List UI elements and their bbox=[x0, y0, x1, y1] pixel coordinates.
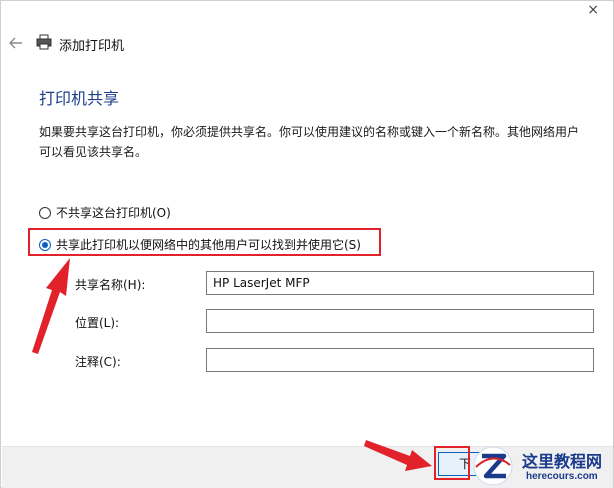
share-name-label: 共享名称(H): bbox=[75, 278, 146, 292]
back-arrow-icon[interactable] bbox=[7, 34, 25, 52]
location-input[interactable] bbox=[206, 309, 594, 333]
share-label: 共享此打印机以便网络中的其他用户可以找到并使用它(S) bbox=[56, 238, 361, 252]
watermark-name: 这里教程网 bbox=[522, 452, 603, 471]
comment-input[interactable] bbox=[206, 348, 594, 372]
watermark: 这里教程网 herecours.com bbox=[470, 443, 614, 488]
watermark-url: herecours.com bbox=[526, 471, 598, 482]
title-bar: × 添加打印机 bbox=[1, 1, 613, 85]
watermark-logo-icon bbox=[473, 446, 513, 486]
share-option[interactable]: 共享此打印机以便网络中的其他用户可以找到并使用它(S) bbox=[39, 236, 361, 253]
share-name-input[interactable] bbox=[206, 271, 594, 295]
description-text: 如果要共享这台打印机，你必须提供共享名。你可以使用建议的名称或键入一个新名称。其… bbox=[39, 125, 580, 159]
no-share-radio[interactable] bbox=[39, 206, 51, 219]
no-share-option[interactable]: 不共享这台打印机(O) bbox=[39, 204, 171, 221]
annotation-next-highlight bbox=[434, 446, 470, 480]
close-icon[interactable]: × bbox=[587, 3, 599, 17]
printer-icon bbox=[36, 34, 52, 50]
location-label: 位置(L): bbox=[75, 316, 120, 330]
share-radio[interactable] bbox=[39, 238, 51, 251]
dialog-window: × 添加打印机 打印机共享 如果要共享这台打印机，你必须提供共享名。你可以使用建… bbox=[0, 0, 614, 488]
window-title: 添加打印机 bbox=[59, 39, 125, 54]
page-title: 打印机共享 bbox=[39, 89, 120, 108]
no-share-label: 不共享这台打印机(O) bbox=[56, 206, 171, 220]
comment-label: 注释(C): bbox=[75, 355, 121, 369]
